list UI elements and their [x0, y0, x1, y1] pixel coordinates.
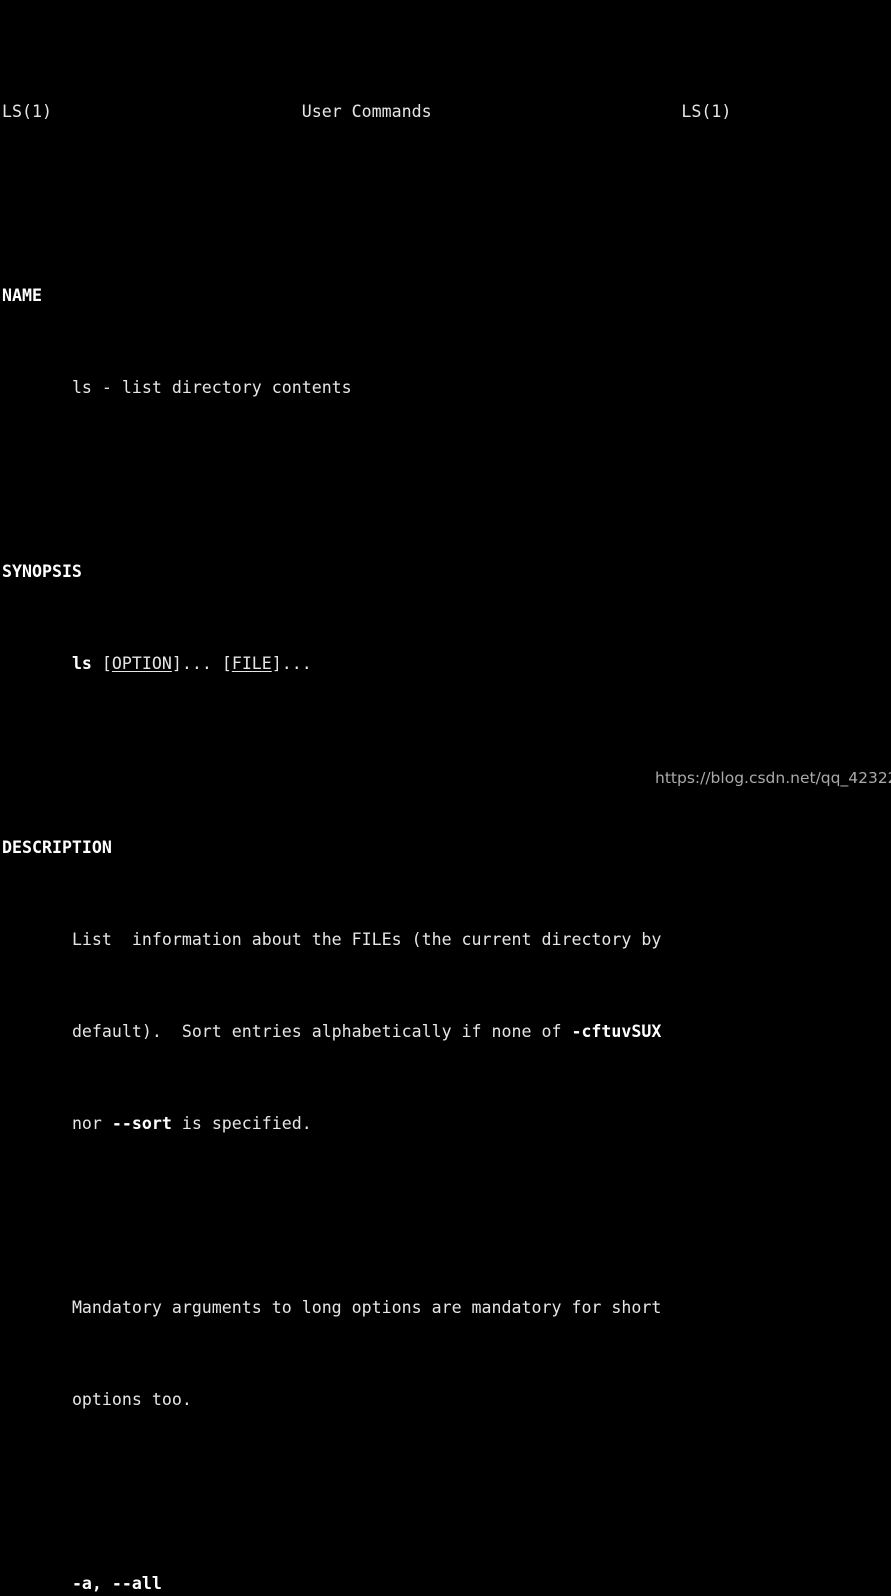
option-flag-all: -a, --all	[71, 1574, 162, 1593]
description-text-3c: is specified.	[171, 1114, 312, 1133]
header-center-top: User Commands	[301, 102, 432, 121]
option-entry-all-flag: -a, --all	[2, 1572, 891, 1595]
terminal-screen[interactable]: LS(1) User Commands LS(1) NAME ls - list…	[0, 0, 891, 1593]
name-body-top: ls - list directory contents	[2, 376, 891, 399]
synopsis-file-token-top: FILE	[231, 654, 272, 673]
bracket-close-file-top: ]...	[271, 654, 312, 673]
synopsis-command-top: ls	[71, 654, 92, 673]
mandatory-line-2: options too.	[2, 1388, 891, 1411]
description-line-3: nor --sort is specified.	[2, 1112, 891, 1135]
description-sort-option: --sort	[111, 1114, 172, 1133]
synopsis-body-top: ls [OPTION]... [FILE]...	[2, 652, 891, 675]
description-text-3a: nor	[71, 1114, 112, 1133]
synopsis-option-token-top: OPTION	[111, 654, 172, 673]
description-line-2: default). Sort entries alphabetically if…	[2, 1020, 891, 1043]
mandatory-text-2: options too.	[71, 1390, 192, 1409]
header-gap-2	[432, 102, 682, 121]
description-text-2: default). Sort entries alphabetically if…	[71, 1022, 572, 1041]
bracket-open-file-top: [	[221, 654, 232, 673]
bracket-open-option-top: [	[101, 654, 112, 673]
header-gap-1	[52, 102, 302, 121]
section-heading-name-top: NAME	[2, 286, 42, 305]
section-heading-synopsis-top: SYNOPSIS	[2, 562, 82, 581]
description-sortflags: -cftuvSUX	[571, 1022, 662, 1041]
description-text-1: List information about the FILEs (the cu…	[71, 930, 662, 949]
csdn-watermark: https://blog.csdn.net/qq_42322103	[655, 769, 891, 787]
name-text-top: ls - list directory contents	[71, 378, 352, 397]
description-line-1: List information about the FILEs (the cu…	[2, 928, 891, 951]
header-right-top: LS(1)	[681, 102, 732, 121]
section-heading-description-top: DESCRIPTION	[2, 838, 112, 857]
mandatory-line-1: Mandatory arguments to long options are …	[2, 1296, 891, 1319]
header-left-top: LS(1)	[2, 102, 52, 121]
mandatory-text-1: Mandatory arguments to long options are …	[71, 1298, 662, 1317]
bracket-close-option-top: ]...	[171, 654, 222, 673]
man-page-header-top: LS(1) User Commands LS(1)	[2, 100, 891, 123]
